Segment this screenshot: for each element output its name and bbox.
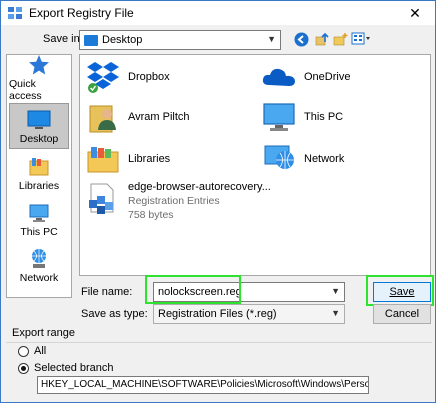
place-label: This PC [20,226,58,238]
onedrive-icon [262,68,295,86]
place-libraries[interactable]: Libraries [9,149,69,195]
cancel-button-label: Cancel [384,308,420,320]
save-as-type-label: Save as type: [81,308,148,320]
computer-icon [263,103,295,131]
save-as-type-value: Registration Files (*.reg) [158,308,277,320]
selected-branch-label[interactable]: Selected branch [34,362,114,374]
file-name: Libraries [128,153,171,165]
list-item-network[interactable]: Network [260,141,344,177]
file-name: OneDrive [304,71,351,83]
file-name: Avram Piltch [128,111,190,123]
list-item-this-pc[interactable]: This PC [260,99,343,135]
registry-icon [8,7,22,19]
star-icon [29,55,49,75]
group-divider [6,342,432,343]
save-in-dropdown[interactable]: Desktop ▼ [79,30,281,50]
window-title: Export Registry File [29,6,134,20]
libraries-icon [29,158,49,176]
close-button[interactable]: ✕ [395,1,435,25]
place-label: Libraries [18,180,60,192]
file-type: Registration Entries [128,195,220,207]
registry-file-icon [89,183,114,214]
branch-path-field[interactable]: HKEY_LOCAL_MACHINE\SOFTWARE\Policies\Mic… [37,376,369,394]
back-icon [294,32,308,46]
libraries-icon [87,147,119,173]
save-button-highlight-box [366,275,434,306]
places-bar: Quick access Desktop Libraries This PC N… [6,54,72,298]
file-name: edge-browser-autorecovery... [128,181,271,193]
all-radio-label[interactable]: All [34,345,46,357]
file-name-highlight-box [145,275,241,304]
list-item-onedrive[interactable]: OneDrive [260,59,350,95]
file-name: This PC [304,111,344,123]
list-item-registry-file[interactable]: edge-browser-autorecovery... Registratio… [84,181,271,221]
title-bar: Export Registry File ✕ [1,1,435,25]
export-registry-dialog: Export Registry File ✕ Save in: Desktop … [0,0,436,403]
all-radio[interactable] [18,346,29,357]
new-folder-button[interactable] [332,31,348,47]
place-label: Network [19,272,59,284]
file-list[interactable]: Dropbox OneDrive Avram Piltch This PC Li… [79,54,431,276]
back-button[interactable] [293,31,309,47]
list-item-dropbox[interactable]: Dropbox [84,59,170,95]
chevron-down-icon: ▼ [267,34,276,44]
view-menu-icon [351,32,370,45]
save-in-value: Desktop [102,34,143,46]
file-name: Network [304,153,345,165]
list-item-avram-piltch[interactable]: Avram Piltch [84,99,190,135]
place-desktop[interactable]: Desktop [9,103,69,149]
place-label: Quick access [9,78,42,102]
save-as-type-dropdown[interactable]: Registration Files (*.reg) ▼ [153,304,345,324]
dropbox-icon [87,62,119,93]
desktop-icon [27,110,51,129]
list-item-libraries[interactable]: Libraries [84,141,170,177]
new-folder-icon [333,32,347,45]
place-quick-access[interactable]: Quick access [9,55,69,105]
place-network[interactable]: Network [9,241,69,287]
desktop-folder-icon [84,35,98,46]
export-range-title: Export range [12,327,75,339]
up-folder-icon [315,32,329,45]
save-in-label: Save in: [43,33,83,45]
computer-icon [29,204,49,222]
file-name: Dropbox [128,71,170,83]
registry-file-details: edge-browser-autorecovery... Registratio… [128,181,271,221]
selected-branch-radio[interactable] [18,363,29,374]
file-name-label: File name: [81,286,133,298]
network-icon [32,249,46,268]
network-icon [264,145,294,169]
user-folder-icon [89,105,116,133]
place-this-pc[interactable]: This PC [9,195,69,241]
close-icon: ✕ [409,4,421,21]
chevron-down-icon[interactable]: ▼ [331,286,340,296]
up-folder-button[interactable] [313,31,329,47]
file-size: 758 bytes [128,209,174,221]
cancel-button[interactable]: Cancel [373,304,431,324]
place-label: Desktop [19,133,59,145]
chevron-down-icon: ▼ [331,308,340,318]
view-menu-button[interactable] [351,31,371,47]
